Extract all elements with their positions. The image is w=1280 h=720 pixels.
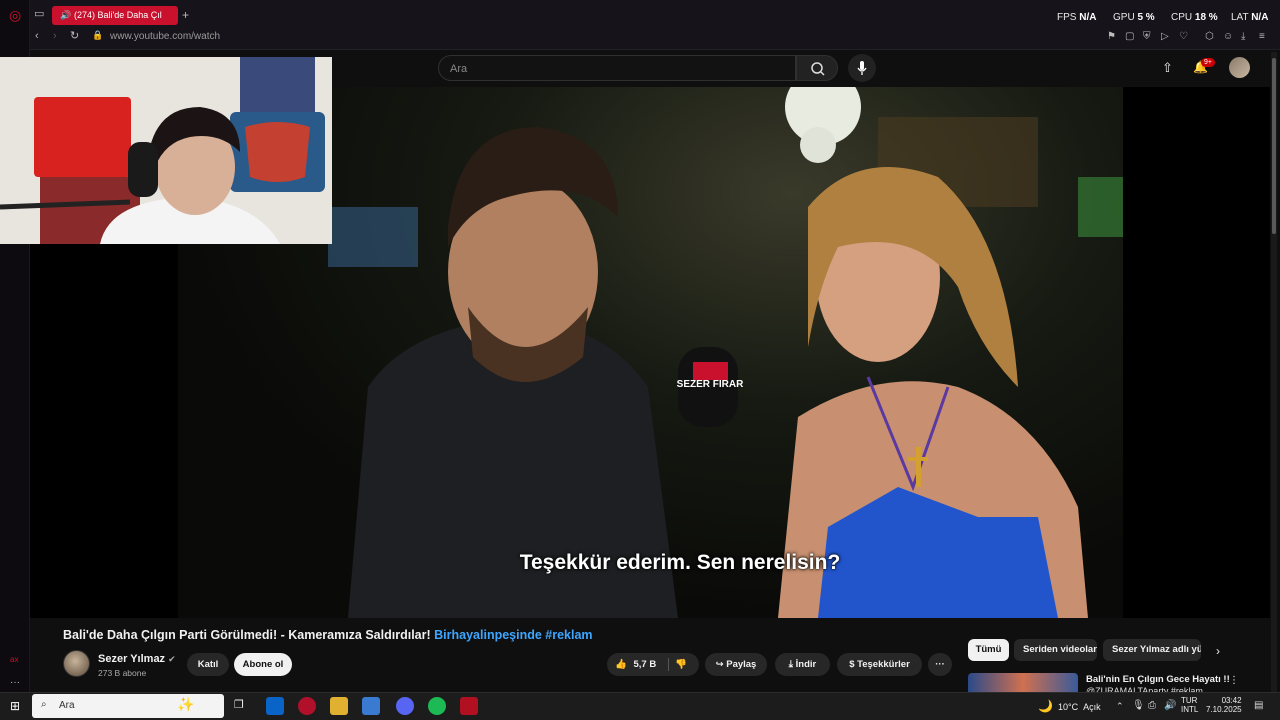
- search-input[interactable]: Ara: [438, 55, 796, 81]
- download-arrow-icon: ⤓: [788, 659, 793, 670]
- outlook-app-icon[interactable]: [266, 697, 284, 715]
- video-title-text: Bali'de Daha Çılgın Parti Görülmedi! - K…: [63, 628, 431, 642]
- lock-icon: 🔒: [92, 30, 104, 40]
- share-label: Paylaş: [726, 659, 757, 670]
- opera-logo-icon[interactable]: ◎: [9, 8, 21, 22]
- thanks-icon: $: [849, 659, 855, 670]
- workspaces-icon[interactable]: ▭: [34, 9, 44, 20]
- channel-avatar[interactable]: [63, 650, 90, 677]
- voice-search-button[interactable]: [848, 54, 876, 82]
- opera-app-icon[interactable]: [298, 697, 316, 715]
- address-bar[interactable]: www.youtube.com/watch: [110, 31, 220, 42]
- download-icon[interactable]: ⤓: [1241, 32, 1245, 42]
- clock-time: 03:42: [1221, 696, 1242, 705]
- windows-start-icon[interactable]: ⊞: [10, 700, 20, 712]
- network-icon[interactable]: ⎙: [1148, 701, 1156, 711]
- bookmark-icon[interactable]: ⚑: [1107, 32, 1116, 42]
- new-tab-icon[interactable]: +: [182, 9, 189, 21]
- account-avatar[interactable]: [1229, 57, 1250, 78]
- task-view-icon[interactable]: ❐: [234, 700, 244, 711]
- forward-icon[interactable]: ›: [53, 31, 57, 42]
- video-title: Bali'de Daha Çılgın Parti Görülmedi! - K…: [63, 628, 593, 642]
- clock-date: 7.10.2025: [1206, 705, 1242, 714]
- speaker-icon: 🔊: [60, 10, 72, 20]
- taskbar-search-input[interactable]: ⌕ Ara ✨: [32, 694, 224, 718]
- join-button[interactable]: Katıl: [187, 653, 229, 676]
- discord-app-icon[interactable]: [396, 697, 414, 715]
- tray-mic-icon[interactable]: 🎙: [1132, 701, 1145, 711]
- thanks-button[interactable]: $ Teşekkürler: [837, 653, 922, 676]
- sidebar-more-icon[interactable]: ···: [10, 678, 20, 688]
- like-icon[interactable]: 👍: [615, 659, 627, 670]
- share-icon: ↪: [715, 659, 724, 670]
- lat-readout: LAT N/A: [1231, 12, 1269, 23]
- heart-icon[interactable]: ♡: [1179, 32, 1188, 42]
- tray-chevron-icon[interactable]: ⌃: [1116, 702, 1124, 711]
- video-app-icon[interactable]: [460, 697, 478, 715]
- like-dislike-group: 👍 5,7 B 👎: [607, 653, 699, 676]
- search-icon: [811, 62, 825, 76]
- lang-top: TUR: [1181, 696, 1198, 705]
- play-icon[interactable]: ▷: [1161, 32, 1169, 42]
- tab-title: (274) Bali'de Daha Çıl: [74, 10, 162, 20]
- mic-flag-label: SEZER FIRAR: [677, 379, 744, 390]
- page-scrollbar-thumb[interactable]: [1272, 58, 1276, 234]
- upload-icon[interactable]: ⇧: [1162, 61, 1173, 74]
- chip-channel-uploads[interactable]: Sezer Yılmaz adlı yük: [1103, 639, 1201, 661]
- recommended-thumbnail[interactable]: [968, 673, 1078, 693]
- extensions-icon[interactable]: ⬡: [1205, 32, 1214, 42]
- store-app-icon[interactable]: [362, 697, 380, 715]
- gpu-readout: GPU 5 %: [1113, 12, 1155, 23]
- file-explorer-icon[interactable]: [330, 697, 348, 715]
- download-button[interactable]: ⤓ İndir: [775, 653, 830, 676]
- weather-icon[interactable]: 🌙: [1038, 700, 1053, 712]
- weather-temp: 10°C: [1058, 702, 1079, 712]
- verified-icon: ✔: [168, 654, 176, 664]
- webcam-image: [0, 57, 332, 244]
- recommended-menu-icon[interactable]: ⋮: [1229, 676, 1239, 686]
- chips-next-icon[interactable]: ›: [1216, 645, 1220, 657]
- language-indicator[interactable]: TUR INTL: [1181, 696, 1198, 714]
- webcam-overlay: [0, 57, 332, 244]
- like-divider: [668, 658, 669, 671]
- share-button[interactable]: ↪ Paylaş: [705, 653, 767, 676]
- more-actions-button[interactable]: ···: [928, 653, 952, 676]
- volume-icon[interactable]: 🔊: [1164, 701, 1176, 711]
- menu-icon[interactable]: ≡: [1259, 32, 1265, 42]
- like-count[interactable]: 5,7 B: [633, 659, 656, 670]
- notification-badge: 9+: [1201, 58, 1215, 67]
- channel-name[interactable]: Sezer Yılmaz ✔: [98, 653, 176, 665]
- search-button[interactable]: [796, 55, 838, 81]
- reload-icon[interactable]: ↻: [70, 31, 79, 42]
- cpu-readout: CPU 18 %: [1171, 12, 1218, 23]
- video-subtitle: Teşekkür ederim. Sen nerelisin?: [519, 551, 841, 574]
- fps-readout: FPS N/A: [1057, 12, 1097, 23]
- notification-center-icon[interactable]: ▤: [1254, 701, 1263, 711]
- chip-series-videos[interactable]: Seriden videolar: [1014, 639, 1097, 661]
- channel-name-text[interactable]: Sezer Yılmaz: [98, 653, 165, 665]
- snapshot-icon[interactable]: ▢: [1125, 32, 1134, 42]
- clock[interactable]: 03:42 7.10.2025: [1206, 696, 1242, 714]
- taskbar-search-highlight-icon: ✨: [177, 696, 195, 712]
- subscriber-count: 273 B abone: [98, 668, 147, 678]
- mic-icon: [857, 61, 867, 75]
- sidebar-ax-icon[interactable]: ax: [10, 656, 18, 664]
- shield-icon[interactable]: ⛨: [1143, 32, 1151, 42]
- spotify-app-icon[interactable]: [428, 697, 446, 715]
- taskbar-search-placeholder: Ara: [59, 700, 75, 711]
- taskbar-search-icon: ⌕: [41, 699, 47, 710]
- download-label: İndir: [795, 659, 817, 670]
- thanks-label: Teşekkürler: [857, 659, 910, 670]
- dislike-icon[interactable]: 👎: [675, 653, 687, 676]
- lang-bottom: INTL: [1181, 705, 1199, 714]
- recommended-title[interactable]: Bali'nin En Çılgın Gece Hayatı !!: [1086, 674, 1230, 685]
- subscribe-button[interactable]: Abone ol: [234, 653, 292, 676]
- weather-text: Açık: [1083, 702, 1101, 712]
- video-title-hashtags[interactable]: Birhayalinpeşinde #reklam: [434, 628, 592, 642]
- profile-icon[interactable]: ☺: [1223, 32, 1233, 42]
- chip-all[interactable]: Tümü: [968, 639, 1009, 661]
- back-icon[interactable]: ‹: [35, 31, 39, 42]
- weather-readout[interactable]: 10°C Açık: [1058, 702, 1101, 712]
- browser-tab-active[interactable]: 🔊 (274) Bali'de Daha Çıl: [52, 6, 178, 25]
